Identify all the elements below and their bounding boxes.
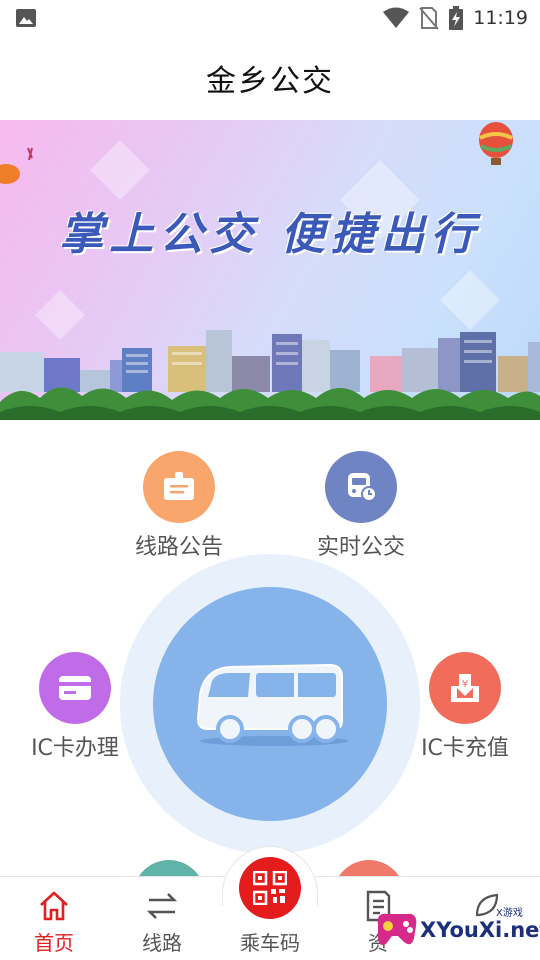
clock-time: 11:19 xyxy=(473,7,528,29)
tab-routes-label: 线路 xyxy=(142,931,182,955)
recharge-icon: ¥ xyxy=(429,652,501,724)
no-sim-icon xyxy=(419,7,439,30)
ic-card-recharge-button[interactable]: ¥ IC卡充值 xyxy=(410,652,520,762)
ic-card-apply-label: IC卡办理 xyxy=(31,736,119,761)
realtime-bus-button[interactable]: 实时公交 xyxy=(311,451,411,561)
battery-charging-icon xyxy=(449,6,464,30)
center-bus-button[interactable] xyxy=(153,587,387,821)
tab-home-label: 首页 xyxy=(34,931,74,955)
notice-board-icon xyxy=(143,451,215,523)
watermark-text: XYouXi.net xyxy=(420,918,540,942)
gamepad-icon xyxy=(377,913,417,945)
card-icon xyxy=(39,652,111,724)
svg-text:¥: ¥ xyxy=(462,679,468,690)
ic-card-apply-button[interactable]: IC卡办理 xyxy=(20,652,130,762)
balloon-icon xyxy=(479,122,513,165)
realtime-bus-label: 实时公交 xyxy=(316,535,405,560)
tab-routes[interactable]: 线路 xyxy=(108,877,216,960)
route-notice-label: 线路公告 xyxy=(134,535,223,560)
wifi-icon xyxy=(383,7,410,28)
ic-card-recharge-label: IC卡充值 xyxy=(421,736,509,761)
banner-slogan: 掌上公交 便捷出行 xyxy=(59,209,481,260)
tab-home[interactable]: 首页 xyxy=(0,877,108,960)
qr-code-icon xyxy=(253,871,287,905)
route-notice-button[interactable]: 线路公告 xyxy=(129,451,229,561)
tab-ride-code-label: 乘车码 xyxy=(240,931,300,955)
image-icon xyxy=(16,9,36,27)
bus-clock-icon xyxy=(325,451,397,523)
watermark-logo: X游戏 XYouXi.net xyxy=(370,900,540,958)
title-bar: 金乡公交 xyxy=(0,36,540,120)
bus-icon xyxy=(196,663,348,746)
ride-code-button[interactable] xyxy=(239,857,301,919)
status-bar: 11:19 xyxy=(0,0,540,36)
watermark-small-text: X游戏 xyxy=(496,908,523,919)
banner-cityscape xyxy=(0,122,540,420)
swap-arrows-icon xyxy=(146,893,178,919)
page-title: 金乡公交 xyxy=(206,64,334,99)
home-icon xyxy=(40,891,68,921)
banner[interactable]: 掌上公交 便捷出行 xyxy=(0,120,540,420)
